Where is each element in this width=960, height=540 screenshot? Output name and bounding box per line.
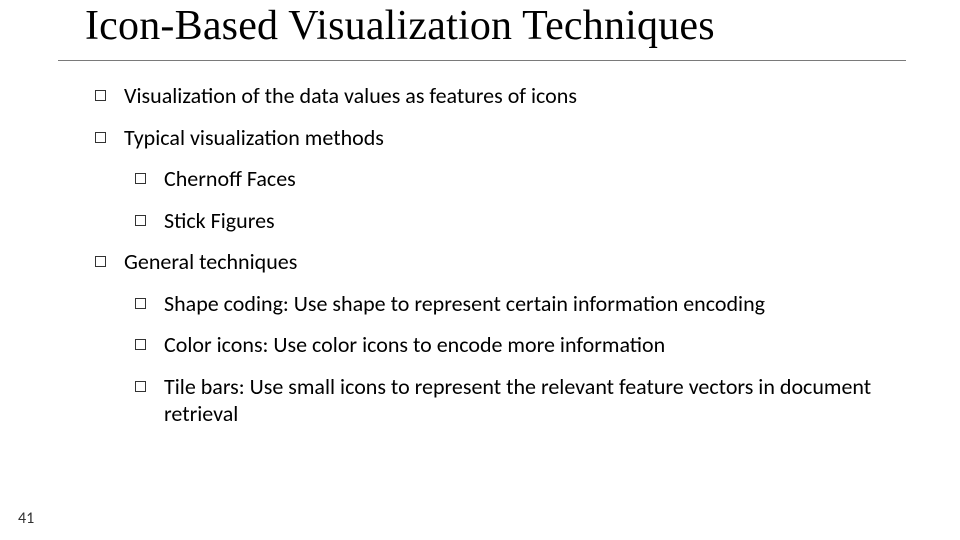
sub-bullet-item: Shape coding: Use shape to represent cer… bbox=[135, 290, 905, 318]
square-bullet-icon bbox=[135, 215, 146, 226]
title-underline bbox=[58, 60, 906, 61]
sub-bullet-item: Stick Figures bbox=[135, 207, 905, 235]
square-bullet-icon bbox=[95, 256, 106, 267]
sub-bullet-item: Color icons: Use color icons to encode m… bbox=[135, 331, 905, 359]
bullet-text: Stick Figures bbox=[164, 207, 905, 235]
page-number: 41 bbox=[18, 509, 34, 528]
square-bullet-icon bbox=[135, 173, 146, 184]
square-bullet-icon bbox=[135, 339, 146, 350]
bullet-text: General techniques bbox=[124, 248, 905, 276]
square-bullet-icon bbox=[95, 132, 106, 143]
square-bullet-icon bbox=[135, 381, 146, 392]
slide: Icon-Based Visualization Techniques Visu… bbox=[0, 0, 960, 540]
sub-bullet-item: Tile bars: Use small icons to represent … bbox=[135, 373, 905, 428]
bullet-text: Color icons: Use color icons to encode m… bbox=[164, 331, 905, 359]
sub-bullet-item: Chernoff Faces bbox=[135, 165, 905, 193]
slide-title: Icon-Based Visualization Techniques bbox=[85, 2, 715, 50]
bullet-text: Shape coding: Use shape to represent cer… bbox=[164, 290, 905, 318]
bullet-text: Tile bars: Use small icons to represent … bbox=[164, 373, 905, 428]
bullet-text: Typical visualization methods bbox=[124, 124, 905, 152]
bullet-text: Visualization of the data values as feat… bbox=[124, 82, 905, 110]
square-bullet-icon bbox=[95, 90, 106, 101]
bullet-text: Chernoff Faces bbox=[164, 165, 905, 193]
square-bullet-icon bbox=[135, 298, 146, 309]
bullet-item: General techniques bbox=[95, 248, 905, 276]
slide-body: Visualization of the data values as feat… bbox=[95, 82, 905, 442]
bullet-item: Visualization of the data values as feat… bbox=[95, 82, 905, 110]
bullet-item: Typical visualization methods bbox=[95, 124, 905, 152]
